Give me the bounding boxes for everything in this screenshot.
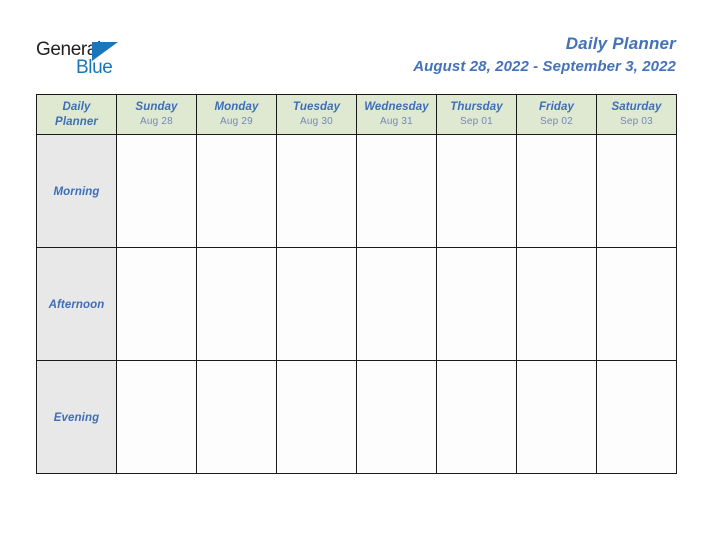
day-name-label: Wednesday xyxy=(364,101,429,113)
brand-logo[interactable]: General Blue xyxy=(36,40,128,80)
brand-word-blue: Blue xyxy=(76,57,113,78)
planner-cell-morning-sunday[interactable] xyxy=(116,134,197,248)
planner-table-wrapper: Daily Planner Sunday Aug 28 Monday Aug 2… xyxy=(36,94,677,474)
planner-cell-evening-saturday[interactable] xyxy=(596,360,677,474)
planner-cell-evening-sunday[interactable] xyxy=(116,360,197,474)
day-name-label: Sunday xyxy=(135,101,178,113)
planner-cell-morning-tuesday[interactable] xyxy=(276,134,357,248)
row-label-morning: Morning xyxy=(36,134,117,248)
planner-cell-morning-wednesday[interactable] xyxy=(356,134,437,248)
planner-cell-evening-friday[interactable] xyxy=(516,360,597,474)
planner-cell-morning-friday[interactable] xyxy=(516,134,597,248)
planner-table: Daily Planner Sunday Aug 28 Monday Aug 2… xyxy=(36,94,677,474)
title-block: Daily Planner August 28, 2022 - Septembe… xyxy=(256,33,676,78)
day-date-label: Sep 03 xyxy=(620,116,653,127)
date-range-label: August 28, 2022 - September 3, 2022 xyxy=(413,58,676,75)
day-date-label: Aug 30 xyxy=(300,116,333,127)
day-date-label: Aug 28 xyxy=(140,116,173,127)
row-label-text: Afternoon xyxy=(48,299,105,311)
table-row-morning: Morning xyxy=(36,134,677,248)
day-header-saturday: Saturday Sep 03 xyxy=(596,94,677,135)
planner-cell-morning-monday[interactable] xyxy=(196,134,277,248)
row-label-evening: Evening xyxy=(36,360,117,474)
page-header: General Blue Daily Planner August 28, 20… xyxy=(0,0,712,94)
day-date-label: Sep 02 xyxy=(540,116,573,127)
planner-cell-afternoon-saturday[interactable] xyxy=(596,247,677,361)
planner-cell-afternoon-wednesday[interactable] xyxy=(356,247,437,361)
corner-title-line-one: Daily xyxy=(62,100,91,113)
day-date-label: Sep 01 xyxy=(460,116,493,127)
planner-cell-morning-saturday[interactable] xyxy=(596,134,677,248)
day-header-monday: Monday Aug 29 xyxy=(196,94,277,135)
planner-cell-afternoon-friday[interactable] xyxy=(516,247,597,361)
day-date-label: Aug 31 xyxy=(380,116,413,127)
row-label-afternoon: Afternoon xyxy=(36,247,117,361)
day-header-tuesday: Tuesday Aug 30 xyxy=(276,94,357,135)
day-name-label: Monday xyxy=(214,101,259,113)
planner-cell-afternoon-monday[interactable] xyxy=(196,247,277,361)
planner-cell-afternoon-tuesday[interactable] xyxy=(276,247,357,361)
planner-cell-morning-thursday[interactable] xyxy=(436,134,517,248)
table-row-afternoon: Afternoon xyxy=(36,247,677,361)
table-header-row: Daily Planner Sunday Aug 28 Monday Aug 2… xyxy=(36,94,677,135)
planner-cell-afternoon-thursday[interactable] xyxy=(436,247,517,361)
row-label-text: Morning xyxy=(53,186,100,198)
row-label-text: Evening xyxy=(53,412,100,424)
page-title: Daily Planner xyxy=(565,34,676,53)
day-name-label: Tuesday xyxy=(292,101,341,113)
planner-cell-afternoon-sunday[interactable] xyxy=(116,247,197,361)
day-name-label: Saturday xyxy=(611,101,662,113)
planner-cell-evening-tuesday[interactable] xyxy=(276,360,357,474)
day-header-thursday: Thursday Sep 01 xyxy=(436,94,517,135)
day-name-label: Thursday xyxy=(450,101,503,113)
day-header-wednesday: Wednesday Aug 31 xyxy=(356,94,437,135)
corner-header-cell: Daily Planner xyxy=(36,94,117,135)
corner-title-line-two: Planner xyxy=(55,115,98,128)
table-row-evening: Evening xyxy=(36,360,677,474)
day-date-label: Aug 29 xyxy=(220,116,253,127)
day-name-label: Friday xyxy=(538,101,575,113)
planner-cell-evening-thursday[interactable] xyxy=(436,360,517,474)
planner-cell-evening-wednesday[interactable] xyxy=(356,360,437,474)
day-header-friday: Friday Sep 02 xyxy=(516,94,597,135)
day-header-sunday: Sunday Aug 28 xyxy=(116,94,197,135)
planner-cell-evening-monday[interactable] xyxy=(196,360,277,474)
